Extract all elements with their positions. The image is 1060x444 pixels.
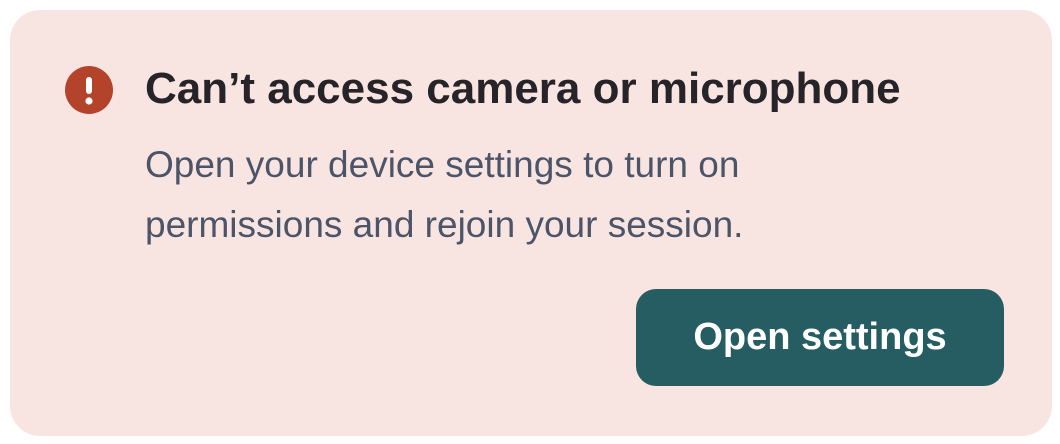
alert-title: Can’t access camera or microphone [145,64,901,113]
exclamation-glyph [85,77,93,105]
exclamation-circle-icon [65,66,113,114]
alert-message: Open your device settings to turn on per… [145,144,744,245]
permission-alert-card: Can’t access camera or microphone Open y… [10,10,1052,436]
open-settings-button[interactable]: Open settings [636,289,1004,386]
